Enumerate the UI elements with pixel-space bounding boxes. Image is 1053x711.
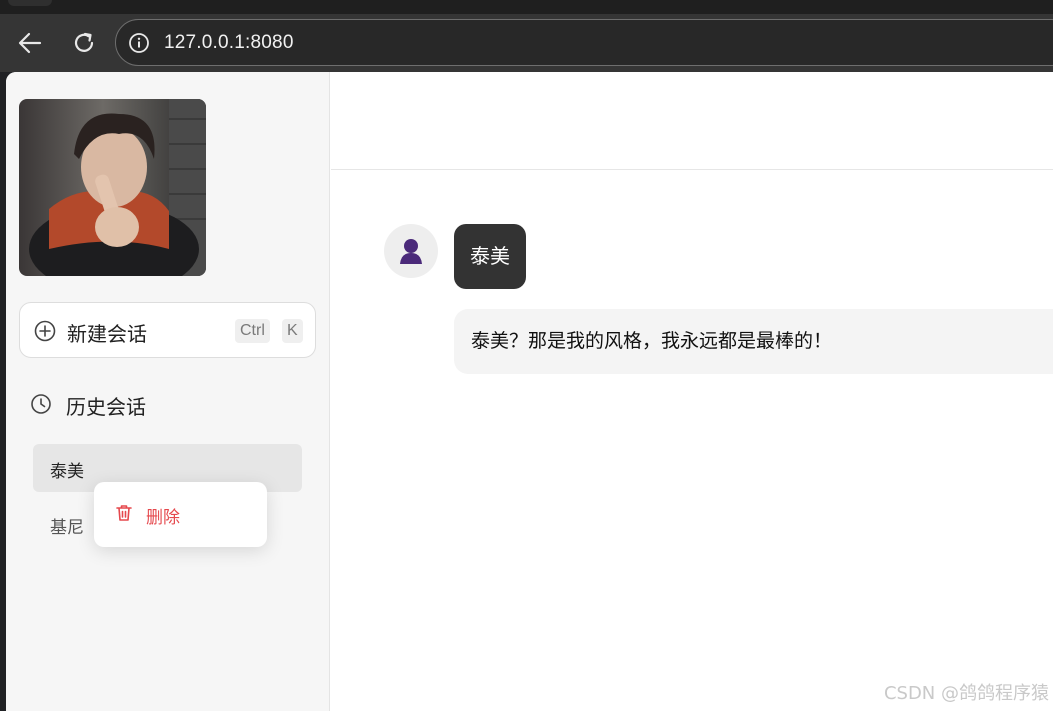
assistant-message-bubble: 泰美？那是我的风格，我永远都是最棒的！ — [454, 309, 1053, 374]
user-icon — [400, 239, 422, 264]
sidebar: 新建会话 Ctrl K 历史会话 泰美 基尼 删除 — [6, 72, 330, 711]
plus-circle-icon — [34, 320, 56, 342]
url-text[interactable]: 127.0.0.1:8080 — [164, 32, 294, 54]
new-chat-button[interactable]: 新建会话 Ctrl K — [19, 302, 316, 358]
watermark: CSDN @鸽鸽程序猿 — [883, 683, 1049, 704]
arrow-left-icon — [18, 32, 42, 54]
conversation-title: 基尼 — [50, 518, 84, 538]
chat-header — [331, 72, 1053, 170]
back-button[interactable] — [15, 28, 45, 58]
app-page: 新建会话 Ctrl K 历史会话 泰美 基尼 删除 泰美 泰美？那是我的风格，我… — [6, 72, 1053, 711]
new-chat-label: 新建会话 — [67, 322, 147, 346]
reload-button[interactable] — [69, 28, 99, 58]
browser-tab[interactable] — [8, 0, 52, 6]
browser-tab-strip — [0, 0, 1053, 14]
address-bar[interactable]: 127.0.0.1:8080 — [115, 19, 1053, 66]
delete-label: 删除 — [146, 508, 180, 528]
shortcut-k-key: K — [282, 319, 303, 343]
user-avatar — [384, 224, 438, 278]
context-menu: 删除 — [94, 482, 267, 547]
history-title: 历史会话 — [66, 395, 146, 419]
trash-icon — [116, 505, 132, 521]
reload-icon — [74, 32, 94, 52]
shortcut-ctrl-key: Ctrl — [235, 319, 270, 343]
site-info-button[interactable] — [128, 32, 150, 54]
delete-menu-item[interactable]: 删除 — [94, 482, 267, 547]
user-message-bubble: 泰美 — [454, 224, 526, 289]
profile-photo — [19, 99, 206, 276]
chat-area: 泰美 泰美？那是我的风格，我永远都是最棒的！ CSDN @鸽鸽程序猿 — [331, 72, 1053, 711]
conversation-title: 泰美 — [50, 462, 84, 482]
browser-toolbar: 127.0.0.1:8080 — [0, 14, 1053, 72]
info-icon — [129, 33, 149, 53]
clock-icon — [31, 394, 51, 414]
